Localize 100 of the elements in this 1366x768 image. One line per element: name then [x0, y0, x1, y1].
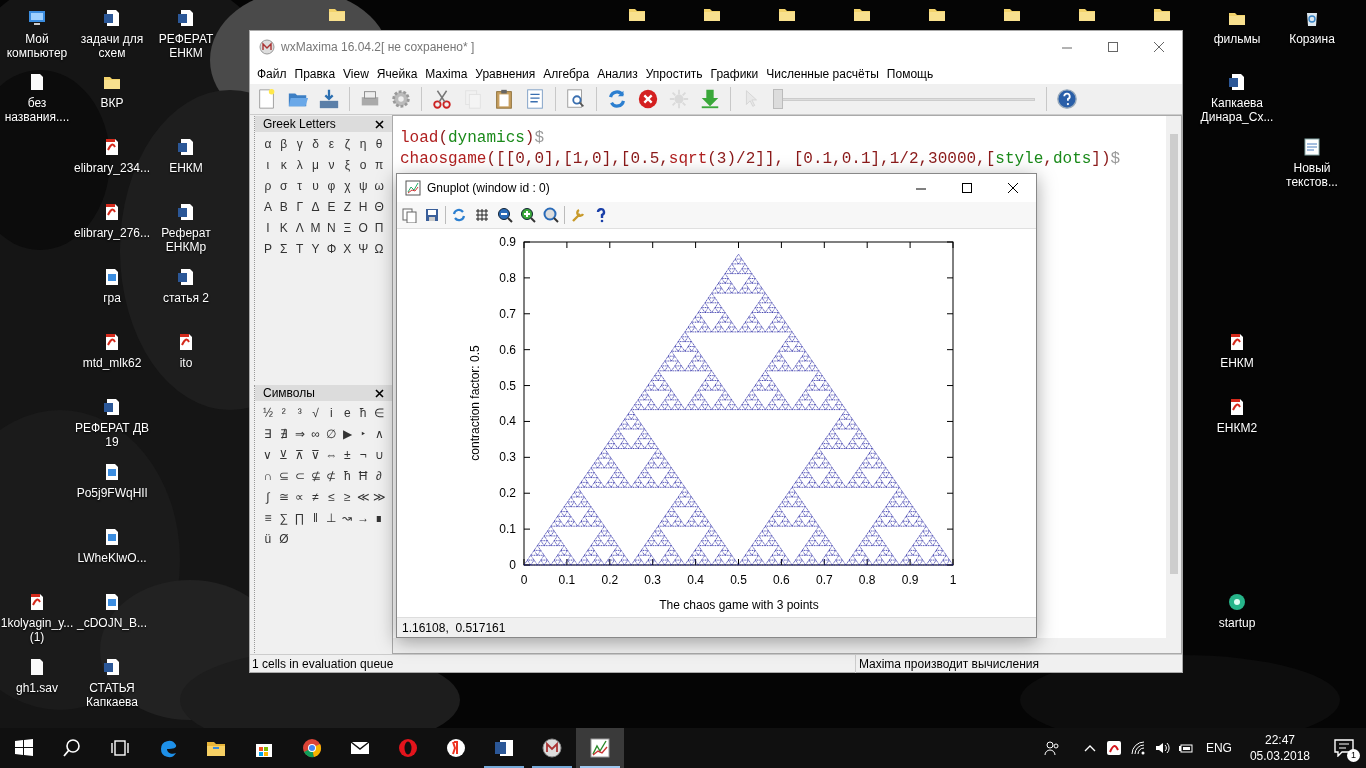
- symbol-button[interactable]: ≡: [260, 508, 276, 529]
- symbol-button[interactable]: ³: [291, 403, 308, 424]
- symbol-button[interactable]: ρ: [260, 176, 276, 197]
- symbol-button[interactable]: ε: [323, 134, 340, 155]
- symbol-button[interactable]: Ι: [260, 218, 276, 239]
- symbol-button[interactable]: ↝: [339, 508, 356, 529]
- symbol-button[interactable]: Ħ: [355, 466, 372, 487]
- symbol-button[interactable]: Χ: [339, 239, 356, 260]
- desktop-icon-label[interactable]: ito: [148, 356, 224, 370]
- symbol-button[interactable]: ι: [260, 155, 276, 176]
- menu-item[interactable]: Упростить: [641, 64, 707, 83]
- symbol-button[interactable]: ⊽: [307, 445, 324, 466]
- menu-item[interactable]: Правка: [290, 64, 340, 83]
- symbol-button[interactable]: Β: [275, 197, 292, 218]
- menu-item[interactable]: View: [339, 64, 373, 83]
- symbol-button[interactable]: ≤: [323, 487, 340, 508]
- symbol-button[interactable]: χ: [339, 176, 356, 197]
- symbol-button[interactable]: λ: [291, 155, 308, 176]
- symbol-button[interactable]: ν: [323, 155, 340, 176]
- acrobat-icon[interactable]: [1105, 740, 1122, 756]
- symbol-button[interactable]: ∧: [371, 424, 387, 445]
- symbol-button[interactable]: β: [275, 134, 292, 155]
- symbol-button[interactable]: Θ: [371, 197, 387, 218]
- symbol-button[interactable]: ζ: [339, 134, 356, 155]
- desktop-icon-label[interactable]: Po5j9FWqHIl: [74, 486, 150, 500]
- symbol-button[interactable]: Μ: [307, 218, 324, 239]
- people-icon[interactable]: [1043, 740, 1060, 756]
- desktop-icon-label[interactable]: startup: [1199, 616, 1275, 630]
- symbol-button[interactable]: δ: [307, 134, 324, 155]
- symbol-button[interactable]: ∅: [323, 424, 340, 445]
- symbol-button[interactable]: π: [371, 155, 387, 176]
- symbol-button[interactable]: Φ: [323, 239, 340, 260]
- desktop-icon-label[interactable]: elibrary_234...: [74, 161, 150, 175]
- code-line[interactable]: load(dynamics)$: [400, 128, 1166, 149]
- symbol-button[interactable]: ∈: [371, 403, 387, 424]
- menu-item[interactable]: Графики: [706, 64, 763, 83]
- desktop-icon-label[interactable]: 1kolyagin_y... (1): [0, 616, 75, 644]
- symbol-button[interactable]: Α: [260, 197, 276, 218]
- wifi-icon[interactable]: [1129, 740, 1146, 756]
- desktop-icon-label[interactable]: Корзина: [1274, 32, 1350, 46]
- symbol-button[interactable]: ≅: [275, 487, 292, 508]
- desktop-icon-label[interactable]: Реферат ЕНКМр: [148, 226, 224, 254]
- symbol-button[interactable]: ü: [260, 529, 276, 550]
- document-icon[interactable]: [176, 267, 196, 287]
- symbol-button[interactable]: ξ: [339, 155, 356, 176]
- maxima-icon[interactable]: [541, 737, 563, 759]
- symbol-button[interactable]: Γ: [291, 197, 308, 218]
- desktop-icon-label[interactable]: _cDOJN_B...: [74, 616, 150, 630]
- desktop-icon-label[interactable]: ЕНКМ2: [1199, 421, 1275, 435]
- symbol-button[interactable]: Ρ: [260, 239, 276, 260]
- opera-icon[interactable]: [397, 737, 419, 759]
- symbol-button[interactable]: →: [355, 508, 372, 529]
- symbol-button[interactable]: Δ: [307, 197, 324, 218]
- symbol-button[interactable]: η: [355, 134, 372, 155]
- symbol-button[interactable]: e: [339, 403, 356, 424]
- symbol-button[interactable]: ∞: [307, 424, 324, 445]
- symbol-button[interactable]: ο: [355, 155, 372, 176]
- symbol-button[interactable]: Ψ: [355, 239, 372, 260]
- chart-taskbar-button[interactable]: [576, 728, 624, 768]
- document-icon[interactable]: [176, 137, 196, 157]
- symbol-button[interactable]: ⊄: [323, 466, 340, 487]
- symbol-button[interactable]: Ω: [371, 239, 387, 260]
- symbol-button[interactable]: ħ: [339, 466, 356, 487]
- symbol-button[interactable]: ²: [275, 403, 292, 424]
- symbol-button[interactable]: ⇒: [291, 424, 308, 445]
- document-icon[interactable]: [176, 8, 196, 28]
- symbol-button[interactable]: ∏: [291, 508, 308, 529]
- symbol-button[interactable]: ⊥: [323, 508, 340, 529]
- symbol-button[interactable]: Π: [371, 218, 387, 239]
- symbol-button[interactable]: ⊂: [291, 466, 308, 487]
- symbol-button[interactable]: Λ: [291, 218, 308, 239]
- maximize-icon[interactable]: [960, 181, 974, 195]
- vertical-scrollbar[interactable]: [1166, 116, 1181, 638]
- symbol-button[interactable]: ω: [371, 176, 387, 197]
- symbol-button[interactable]: ∨: [260, 445, 276, 466]
- desktop-icon-label[interactable]: фильмы: [1199, 32, 1275, 46]
- symbol-button[interactable]: ∂: [371, 466, 387, 487]
- desktop-icon-label[interactable]: РЕФЕРАТ ЕНКМ: [148, 32, 224, 60]
- symbol-button[interactable]: ∑: [275, 508, 292, 529]
- symbol-button[interactable]: i: [323, 403, 340, 424]
- document-icon[interactable]: [1302, 137, 1322, 157]
- desktop-icon-label[interactable]: задачи для схем: [74, 32, 150, 60]
- windows-logo-icon[interactable]: [13, 737, 35, 759]
- symbol-button[interactable]: ∫: [260, 487, 276, 508]
- symbol-button[interactable]: κ: [275, 155, 292, 176]
- close-icon[interactable]: [1006, 181, 1020, 195]
- language-indicator[interactable]: ENG: [1201, 739, 1236, 757]
- document-icon[interactable]: [1227, 72, 1247, 92]
- task-view-icon[interactable]: [109, 737, 131, 759]
- symbol-button[interactable]: τ: [291, 176, 308, 197]
- symbol-button[interactable]: ≫: [371, 487, 387, 508]
- document-icon[interactable]: [102, 8, 122, 28]
- menu-item[interactable]: Ячейка: [372, 64, 422, 83]
- symbol-button[interactable]: ≠: [307, 487, 324, 508]
- volume-icon[interactable]: [1153, 740, 1170, 756]
- menu-item[interactable]: Алгебра: [539, 64, 594, 83]
- symbol-button[interactable]: Ξ: [339, 218, 356, 239]
- symbol-button[interactable]: Ε: [323, 197, 340, 218]
- slider-thumb[interactable]: [773, 89, 783, 109]
- symbol-button[interactable]: μ: [307, 155, 324, 176]
